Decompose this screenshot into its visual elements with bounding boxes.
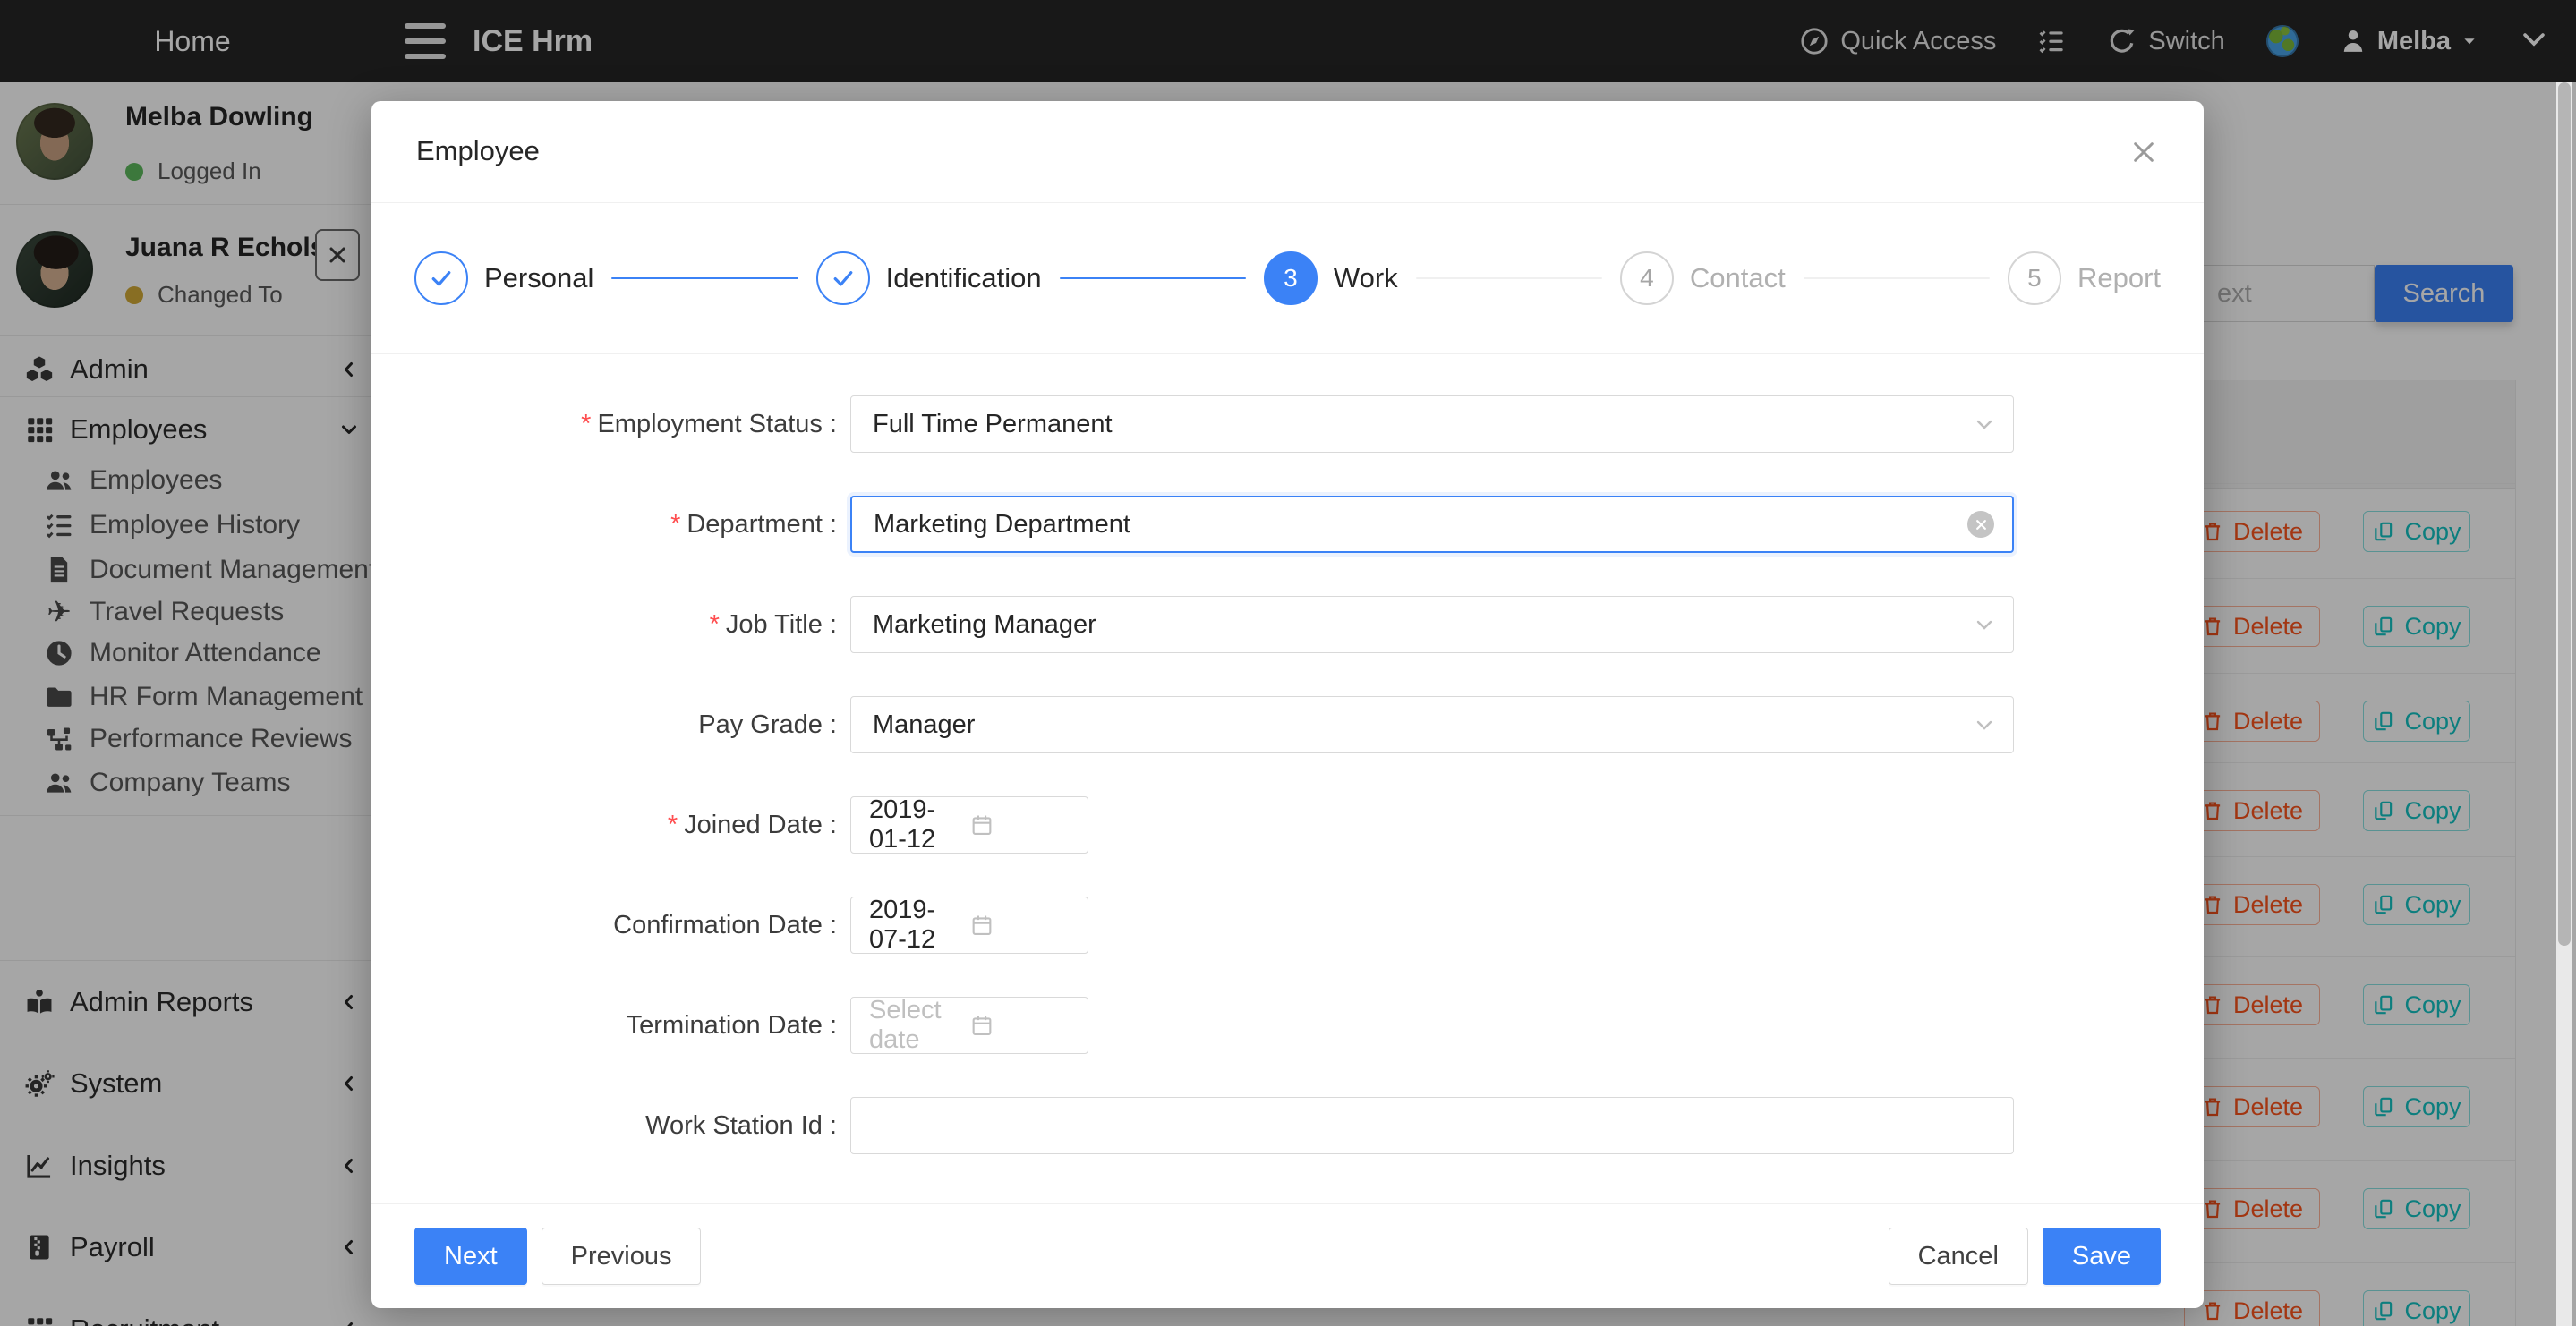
save-button[interactable]: Save bbox=[2043, 1228, 2161, 1285]
pay-grade-select[interactable]: Manager bbox=[850, 696, 2014, 753]
joined-date-label: *Joined Date : bbox=[371, 811, 837, 840]
step-connector bbox=[1416, 277, 1602, 279]
page-scrollbar[interactable] bbox=[2556, 82, 2572, 1326]
calendar-icon[interactable] bbox=[969, 913, 1070, 938]
chevron-down-icon bbox=[1974, 413, 1995, 435]
next-button[interactable]: Next bbox=[414, 1228, 527, 1285]
department-label: *Department : bbox=[371, 510, 837, 540]
required-asterisk: * bbox=[670, 510, 680, 539]
confirmation-date-value: 2019-07-12 bbox=[869, 896, 969, 955]
job-title-label: *Job Title : bbox=[371, 610, 837, 640]
department-select[interactable]: Marketing Department bbox=[850, 496, 2014, 553]
employment-status-label: *Employment Status : bbox=[371, 410, 837, 439]
step-label: Identification bbox=[886, 262, 1042, 294]
work-station-id-input[interactable] bbox=[850, 1097, 2014, 1154]
form-row-department: *Department : Marketing Department bbox=[371, 496, 2204, 553]
step-work[interactable]: 3 Work bbox=[1264, 251, 1398, 305]
step-label: Report bbox=[2077, 262, 2161, 294]
step-personal[interactable]: Personal bbox=[414, 251, 593, 305]
work-form: *Employment Status :Full Time Permanent*… bbox=[371, 354, 2204, 1203]
step-connector bbox=[1804, 277, 1990, 279]
required-asterisk: * bbox=[668, 811, 678, 839]
job-title-select[interactable]: Marketing Manager bbox=[850, 596, 2014, 653]
step-number: 5 bbox=[2027, 264, 2042, 293]
form-row-job-title: *Job Title : Marketing Manager bbox=[371, 596, 2204, 653]
form-row-pay-grade: Pay Grade : Manager bbox=[371, 696, 2204, 753]
form-row-termination-date: Termination Date : Select date bbox=[371, 997, 2204, 1054]
employment-status-select[interactable]: Full Time Permanent bbox=[850, 395, 2014, 453]
step-connector bbox=[1060, 277, 1246, 279]
step-label: Work bbox=[1334, 262, 1398, 294]
work-station-id-label: Work Station Id : bbox=[371, 1111, 837, 1141]
step-label: Personal bbox=[484, 262, 593, 294]
step-report[interactable]: 5 Report bbox=[2008, 251, 2161, 305]
step-wizard: Personal Identification 3 Work 4 Contact 5 Repo… bbox=[371, 203, 2204, 354]
clear-icon[interactable] bbox=[1967, 511, 1994, 538]
joined-date-input[interactable]: 2019-01-12 bbox=[850, 796, 1088, 854]
modal-title: Employee bbox=[416, 135, 540, 167]
termination-date-input[interactable]: Select date bbox=[850, 997, 1088, 1054]
form-row-confirmation-date: Confirmation Date : 2019-07-12 bbox=[371, 897, 2204, 954]
check-icon bbox=[830, 265, 857, 292]
confirmation-date-label: Confirmation Date : bbox=[371, 911, 837, 940]
calendar-icon[interactable] bbox=[969, 1013, 1070, 1038]
check-icon bbox=[428, 265, 455, 292]
termination-date-value: Select date bbox=[869, 996, 969, 1055]
confirmation-date-input[interactable]: 2019-07-12 bbox=[850, 897, 1088, 954]
termination-date-label: Termination Date : bbox=[371, 1011, 837, 1041]
close-icon[interactable] bbox=[2127, 135, 2161, 169]
step-connector bbox=[611, 277, 798, 279]
job-title-value: Marketing Manager bbox=[873, 610, 1096, 640]
form-row-work-station-id: Work Station Id : bbox=[371, 1097, 2204, 1154]
step-label: Contact bbox=[1690, 262, 1786, 294]
required-asterisk: * bbox=[581, 410, 591, 438]
calendar-icon[interactable] bbox=[969, 812, 1070, 837]
form-row-employment-status: *Employment Status : Full Time Permanent bbox=[371, 395, 2204, 453]
required-asterisk: * bbox=[710, 610, 720, 639]
app-root: Home ICE Hrm Quick Access Switch bbox=[0, 0, 2576, 1326]
modal-header: Employee bbox=[371, 101, 2204, 203]
form-row-joined-date: *Joined Date : 2019-01-12 bbox=[371, 796, 2204, 854]
chevron-down-icon bbox=[1974, 714, 1995, 735]
pay-grade-label: Pay Grade : bbox=[371, 710, 837, 740]
employment-status-value: Full Time Permanent bbox=[873, 410, 1113, 439]
step-number: 4 bbox=[1640, 264, 1654, 293]
step-number: 3 bbox=[1284, 264, 1298, 293]
previous-button[interactable]: Previous bbox=[542, 1228, 702, 1285]
modal-footer: Next Previous Cancel Save bbox=[371, 1203, 2204, 1308]
step-contact[interactable]: 4 Contact bbox=[1620, 251, 1786, 305]
department-value: Marketing Department bbox=[874, 510, 1130, 540]
joined-date-value: 2019-01-12 bbox=[869, 795, 969, 854]
step-identification[interactable]: Identification bbox=[816, 251, 1042, 305]
employee-modal: Employee Personal Identification 3 Work 4 Con… bbox=[371, 101, 2204, 1308]
cancel-button[interactable]: Cancel bbox=[1889, 1228, 2028, 1285]
chevron-down-icon bbox=[1974, 614, 1995, 635]
pay-grade-value: Manager bbox=[873, 710, 975, 740]
scrollbar-thumb[interactable] bbox=[2558, 82, 2571, 946]
